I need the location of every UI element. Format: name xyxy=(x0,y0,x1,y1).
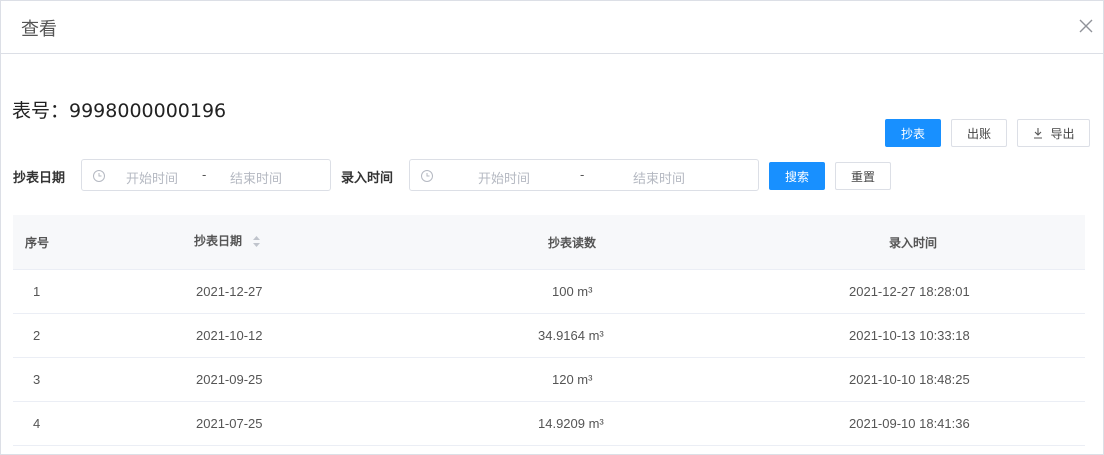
charge-button[interactable]: 出账 xyxy=(951,119,1007,147)
cell-index: 2 xyxy=(33,328,41,343)
read-date-end-input[interactable]: 结束时间 xyxy=(230,168,282,187)
cell-read-date: 2021-07-25 xyxy=(196,416,263,431)
read-date-label: 抄表日期 xyxy=(13,171,66,186)
read-meter-button[interactable]: 抄表 xyxy=(885,119,941,147)
view-dialog: 查看 表号：9998000000196 抄表 出账 导出 抄表日期 开始时间 -… xyxy=(0,0,1104,455)
cell-index: 3 xyxy=(33,372,41,387)
export-label: 导出 xyxy=(1050,126,1075,141)
sort-icon[interactable] xyxy=(252,235,261,248)
table-row: 2 2021-10-12 34.9164 m³ 2021-10-13 10:33… xyxy=(13,314,1085,358)
column-read-date[interactable]: 抄表日期 xyxy=(194,232,261,249)
table-row: 3 2021-09-25 120 m³ 2021-10-10 18:48:25 xyxy=(13,358,1085,402)
cell-reading: 14.9209 m³ xyxy=(538,416,604,431)
entry-time-label: 录入时间 xyxy=(341,171,394,186)
dialog-title: 查看 xyxy=(21,19,57,40)
entry-time-end-input[interactable]: 结束时间 xyxy=(633,168,685,187)
read-date-start-input[interactable]: 开始时间 xyxy=(126,168,178,187)
cell-entry-time: 2021-12-27 18:28:01 xyxy=(849,284,970,299)
range-separator: - xyxy=(202,167,207,182)
column-reading: 抄表读数 xyxy=(548,236,597,250)
meter-number: 表号：9998000000196 xyxy=(12,100,227,122)
entry-time-start-input[interactable]: 开始时间 xyxy=(478,168,530,187)
reading-table: 序号 抄表日期 抄表读数 录入时间 1 2021-12-27 100 m³ 20… xyxy=(13,215,1085,446)
cell-entry-time: 2021-09-10 18:41:36 xyxy=(849,416,970,431)
dialog-header: 查看 xyxy=(1,1,1103,54)
table-header: 序号 抄表日期 抄表读数 录入时间 xyxy=(13,215,1085,270)
cell-index: 1 xyxy=(33,284,41,299)
entry-time-range-picker[interactable]: 开始时间 - 结束时间 xyxy=(409,159,759,191)
download-icon xyxy=(1032,127,1044,139)
table-row: 4 2021-07-25 14.9209 m³ 2021-09-10 18:41… xyxy=(13,402,1085,446)
column-index: 序号 xyxy=(25,236,50,250)
cell-reading: 34.9164 m³ xyxy=(538,328,604,343)
export-button[interactable]: 导出 xyxy=(1017,119,1090,147)
cell-entry-time: 2021-10-10 18:48:25 xyxy=(849,372,970,387)
read-date-range-picker[interactable]: 开始时间 - 结束时间 xyxy=(81,159,331,191)
column-read-date-label: 抄表日期 xyxy=(194,234,243,248)
cell-read-date: 2021-12-27 xyxy=(196,284,263,299)
reset-button[interactable]: 重置 xyxy=(835,162,891,190)
cell-read-date: 2021-10-12 xyxy=(196,328,263,343)
clock-icon xyxy=(92,169,106,183)
search-button[interactable]: 搜索 xyxy=(769,162,825,190)
cell-reading: 120 m³ xyxy=(552,372,593,387)
cell-entry-time: 2021-10-13 10:33:18 xyxy=(849,328,970,343)
cell-read-date: 2021-09-25 xyxy=(196,372,263,387)
close-icon[interactable] xyxy=(1077,17,1095,35)
cell-index: 4 xyxy=(33,416,41,431)
range-separator: - xyxy=(580,167,585,182)
clock-icon xyxy=(420,169,434,183)
column-entry-time: 录入时间 xyxy=(889,236,938,250)
table-row: 1 2021-12-27 100 m³ 2021-12-27 18:28:01 xyxy=(13,270,1085,314)
cell-reading: 100 m³ xyxy=(552,284,593,299)
